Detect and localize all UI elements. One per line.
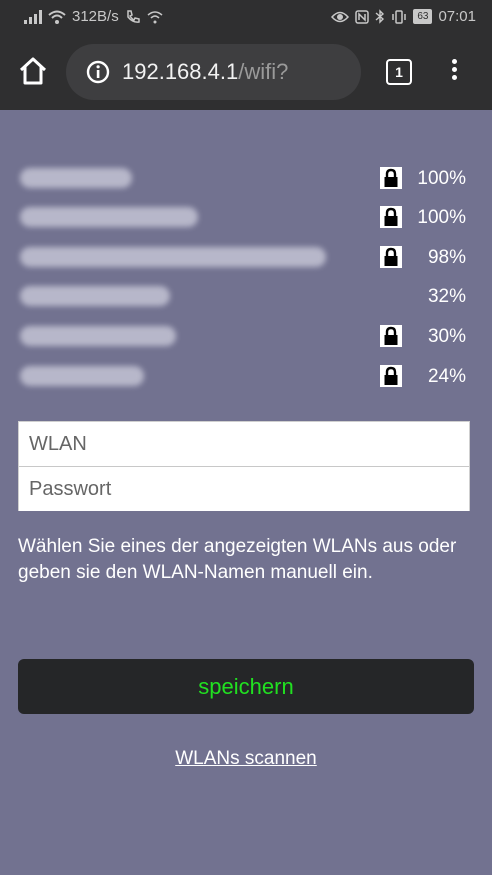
save-button[interactable]: speichern [18,659,474,714]
network-name-blurred [20,286,170,306]
network-row[interactable]: 98% [0,238,492,278]
overflow-menu-icon[interactable] [444,56,464,86]
network-row[interactable]: 30% [0,317,492,357]
lock-icon [380,167,402,189]
call-icon [126,9,140,23]
battery-icon: 63 [413,9,433,24]
home-icon[interactable] [18,56,48,86]
url-path: /wifi? [238,59,289,84]
signal-strength: 32% [427,286,466,307]
info-icon[interactable] [86,60,110,84]
signal-strength: 30% [427,326,466,347]
wifi-icon [48,10,66,24]
network-row[interactable]: 100% [0,198,492,238]
ssid-input[interactable] [19,422,469,466]
lock-icon [380,325,402,347]
credentials-form [18,421,470,511]
network-name-blurred [20,366,144,386]
password-input[interactable] [19,467,469,511]
network-row[interactable]: 32% [0,277,492,317]
nfc-icon [355,9,370,24]
network-name-blurred [20,168,132,188]
eye-icon [331,11,350,22]
scan-networks-link[interactable]: WLANs scannen [0,748,492,770]
wifi-calling-icon [147,10,163,23]
help-text: Wählen Sie eines der angezeigten WLANs a… [18,536,457,583]
network-name-blurred [20,247,326,267]
network-row[interactable]: 24% [0,357,492,397]
address-bar[interactable]: 192.168.4.1/wifi? [66,44,361,100]
lock-icon [380,246,402,268]
network-speed: 312B/s [72,8,119,25]
signal-strength: 100% [417,168,466,189]
vibrate-icon [392,9,407,24]
tab-switcher-button[interactable]: 1 [386,59,412,85]
network-name-blurred [20,207,198,227]
network-row[interactable]: 100% [0,159,492,199]
cell-signal-icon [24,9,42,24]
browser-toolbar: 192.168.4.1/wifi? 1 [0,34,492,110]
network-name-blurred [20,326,176,346]
status-bar: 312B/s 63 07:01 [0,0,492,34]
signal-strength: 100% [417,207,466,228]
signal-strength: 24% [427,366,466,387]
lock-icon [380,365,402,387]
url-host: 192.168.4.1 [122,59,239,84]
clock: 07:01 [438,8,476,25]
lock-icon [380,206,402,228]
signal-strength: 98% [427,247,466,268]
bluetooth-icon [375,9,385,24]
url-text[interactable]: 192.168.4.1/wifi? [122,59,288,85]
